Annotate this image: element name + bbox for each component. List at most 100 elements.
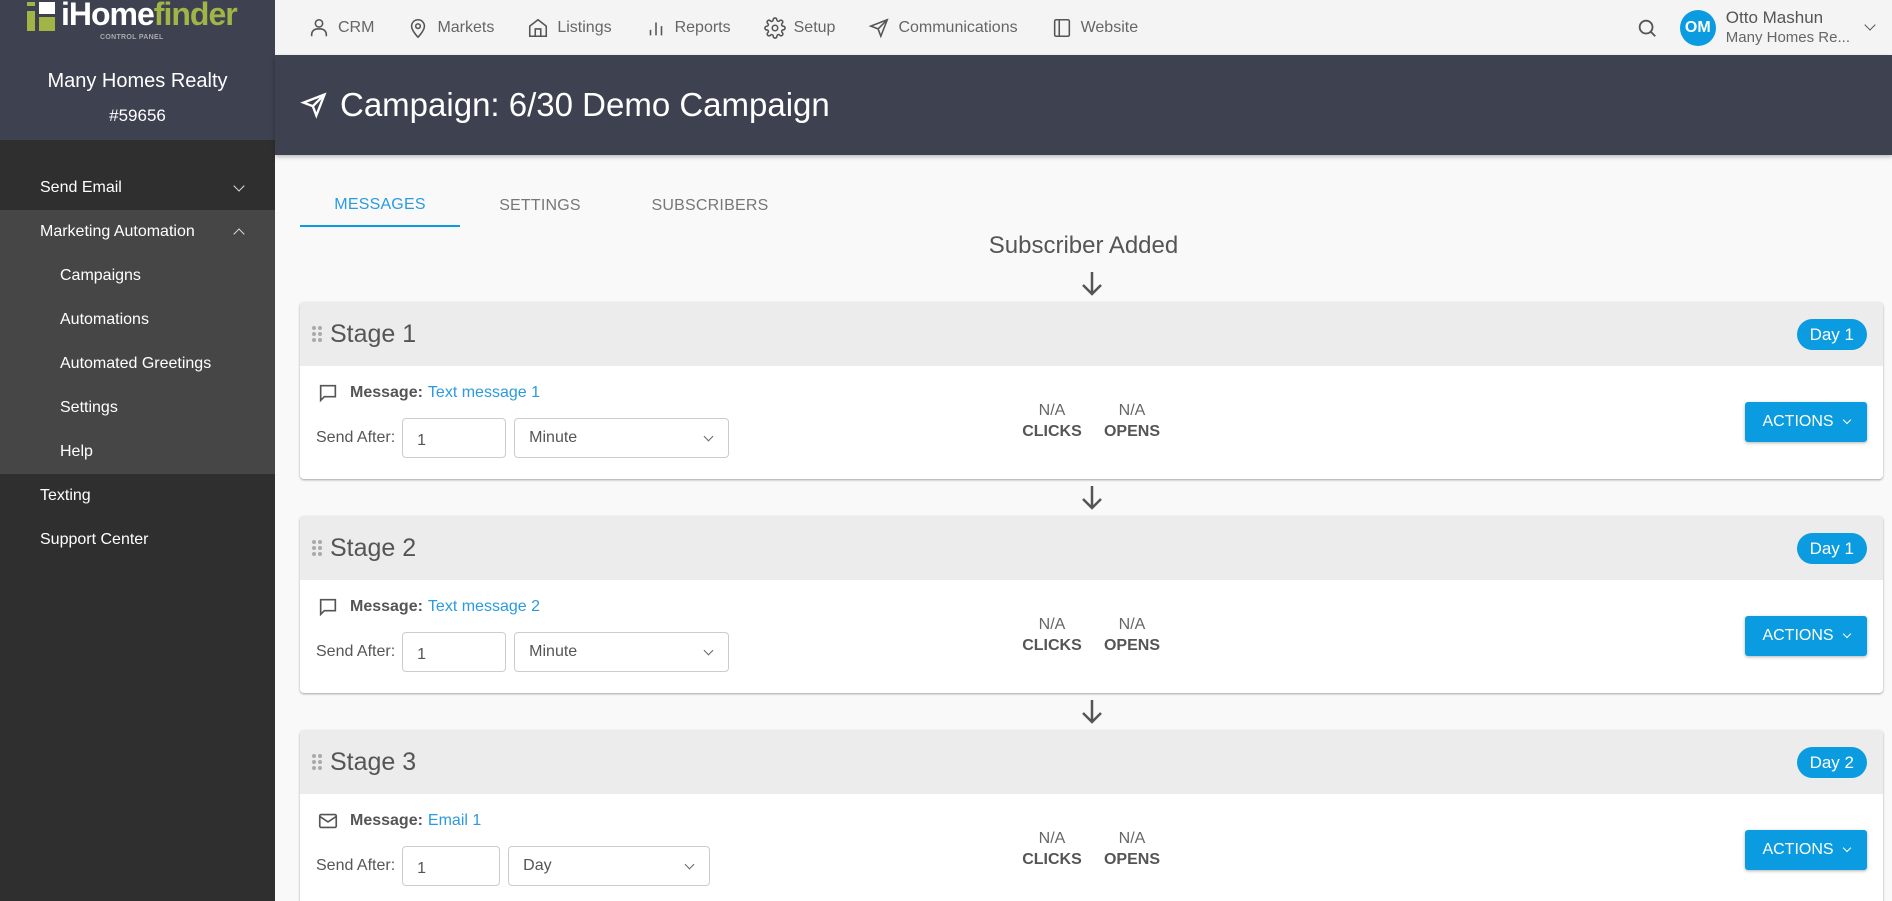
nav-label: Website xyxy=(1080,18,1139,36)
tab-subscribers[interactable]: SUBSCRIBERS xyxy=(620,185,800,227)
chevron-down-icon xyxy=(703,431,714,441)
sidebar-item-label: Support Center xyxy=(40,531,149,548)
nav-crm[interactable]: CRM xyxy=(308,17,374,39)
stage-header: Stage 1 Day 1 xyxy=(300,302,1883,366)
sidebar-item-label: Texting xyxy=(40,487,91,504)
sidebar-item-help[interactable]: Help xyxy=(0,430,275,474)
message-link[interactable]: Text message 2 xyxy=(428,598,540,616)
stage-header: Stage 3 Day 2 xyxy=(300,730,1883,794)
opens-value: N/A xyxy=(1118,402,1146,419)
message-link[interactable]: Email 1 xyxy=(428,812,481,830)
nav-communications[interactable]: Communications xyxy=(868,17,1018,39)
clicks-value: N/A xyxy=(1038,402,1066,419)
arrow-down-icon xyxy=(1077,268,1107,298)
clicks-stat: N/A CLICKS xyxy=(1022,828,1082,870)
message-label: Message: xyxy=(350,812,423,829)
stage-body: Message: Text message 2 Send After: Minu… xyxy=(300,580,1883,693)
sidebar-item-campaigns[interactable]: Campaigns xyxy=(0,254,275,298)
tabs: MESSAGES SETTINGS SUBSCRIBERS xyxy=(300,185,800,227)
tab-messages[interactable]: MESSAGES xyxy=(300,185,460,227)
nav-label: CRM xyxy=(338,18,375,36)
send-icon xyxy=(869,17,890,38)
send-after-value-input[interactable] xyxy=(402,418,507,458)
day-badge: Day 1 xyxy=(1796,533,1867,564)
flow-start-label: Subscriber Added xyxy=(988,232,1179,259)
message-row: Message: Email 1 xyxy=(317,810,481,832)
message-label: Message: xyxy=(350,598,423,615)
drag-handle-icon[interactable] xyxy=(312,540,322,556)
send-after-row: Send After: Minute xyxy=(316,632,730,672)
sidebar-item-label: Campaigns xyxy=(60,267,141,284)
send-after-row: Send After: Day xyxy=(316,846,711,886)
nav-website[interactable]: Website xyxy=(1051,17,1139,39)
chevron-down-icon xyxy=(1842,843,1851,853)
select-value: Minute xyxy=(529,643,578,660)
chevron-down-icon xyxy=(1842,629,1851,639)
send-after-label: Send After: xyxy=(316,857,396,874)
actions-label: ACTIONS xyxy=(1762,413,1834,430)
sidebar-item-automated-greetings[interactable]: Automated Greetings xyxy=(0,342,275,386)
message-link[interactable]: Text message 1 xyxy=(428,384,540,402)
sidebar-item-label: Marketing Automation xyxy=(40,223,195,240)
send-after-unit-select[interactable]: Minute xyxy=(514,632,730,672)
opens-stat: N/A OPENS xyxy=(1102,828,1162,870)
select-value: Day xyxy=(523,857,552,874)
actions-label: ACTIONS xyxy=(1762,841,1834,858)
sidebar-item-marketing-automation[interactable]: Marketing Automation xyxy=(0,210,275,254)
tab-settings[interactable]: SETTINGS xyxy=(460,185,620,227)
gear-icon xyxy=(763,16,786,39)
sidebar-group-marketing-automation: Marketing Automation Campaigns Automatio… xyxy=(0,210,275,474)
logo-subtitle: CONTROL PANEL xyxy=(100,34,164,41)
opens-label: OPENS xyxy=(1103,423,1160,440)
opens-stat: N/A OPENS xyxy=(1102,400,1162,442)
nav-reports[interactable]: Reports xyxy=(645,17,731,39)
nav-label: Markets xyxy=(437,18,495,36)
user-icon xyxy=(310,18,328,36)
user-area: OM Otto Mashun Many Homes Re... xyxy=(1636,0,1892,55)
send-after-value-input[interactable] xyxy=(402,846,501,886)
search-icon[interactable] xyxy=(1636,17,1658,39)
clicks-label: CLICKS xyxy=(1022,637,1082,654)
actions-button[interactable]: ACTIONS xyxy=(1745,402,1867,442)
send-after-label: Send After: xyxy=(316,429,396,446)
opens-stat: N/A OPENS xyxy=(1102,614,1162,656)
drag-handle-icon[interactable] xyxy=(312,754,322,770)
chevron-down-icon xyxy=(1842,415,1851,425)
user-menu[interactable]: Otto Mashun Many Homes Re... xyxy=(1726,8,1850,48)
stage-card: Stage 1 Day 1 Message: Text message 1 Se… xyxy=(300,302,1883,479)
sidebar-item-send-email[interactable]: Send Email xyxy=(0,166,275,210)
message-row: Message: Text message 2 xyxy=(317,596,540,618)
message-row: Message: Text message 1 xyxy=(317,382,540,404)
send-after-unit-select[interactable]: Minute xyxy=(514,418,730,458)
stage-card: Stage 3 Day 2 Message: Email 1 Send Afte… xyxy=(300,730,1883,901)
actions-button[interactable]: ACTIONS xyxy=(1745,830,1867,870)
chevron-down-icon[interactable] xyxy=(1864,18,1876,31)
sidebar-item-texting[interactable]: Texting xyxy=(0,474,275,518)
nav-markets[interactable]: Markets xyxy=(407,17,494,39)
sidebar-item-label: Send Email xyxy=(40,179,122,196)
opens-value: N/A xyxy=(1118,830,1146,847)
send-icon xyxy=(300,92,327,119)
send-after-value-input[interactable] xyxy=(402,632,507,672)
stage-title: Stage 2 xyxy=(330,533,417,562)
nav-listings[interactable]: Listings xyxy=(527,17,612,39)
logo[interactable]: iHomefinder xyxy=(27,0,238,32)
sidebar-item-automations[interactable]: Automations xyxy=(0,298,275,342)
nav-label: Reports xyxy=(674,18,731,36)
sidebar-item-label: Help xyxy=(60,443,93,460)
select-value: Minute xyxy=(529,429,578,446)
chevron-up-icon xyxy=(233,228,245,240)
avatar[interactable]: OM xyxy=(1679,9,1716,46)
send-after-unit-select[interactable]: Day xyxy=(508,846,711,886)
actions-button[interactable]: ACTIONS xyxy=(1745,616,1867,656)
drag-handle-icon[interactable] xyxy=(312,326,322,342)
sidebar-item-support-center[interactable]: Support Center xyxy=(0,518,275,562)
map-pin-icon xyxy=(411,18,426,38)
nav-setup[interactable]: Setup xyxy=(763,16,835,39)
chat-bubble-icon xyxy=(319,598,337,617)
opens-label: OPENS xyxy=(1103,851,1160,868)
clicks-stat: N/A CLICKS xyxy=(1022,400,1082,442)
day-badge: Day 2 xyxy=(1796,747,1867,778)
sidebar-item-settings[interactable]: Settings xyxy=(0,386,275,430)
sidebar: iHomefinder CONTROL PANEL Many Homes Rea… xyxy=(0,0,275,901)
